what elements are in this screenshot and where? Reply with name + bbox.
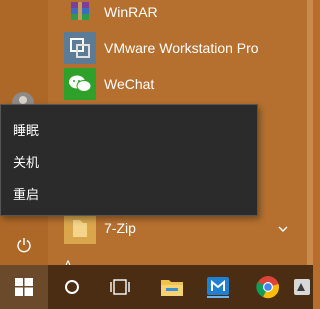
chrome-button[interactable]	[244, 265, 292, 309]
pinned-app-button[interactable]	[292, 265, 313, 309]
app-label-wechat: WeChat	[104, 76, 155, 92]
start-icon	[15, 278, 33, 296]
winrar-icon	[64, 0, 96, 28]
app-label-vmware: VMware Workstation Pro	[104, 40, 259, 56]
maxthon-icon	[207, 277, 229, 298]
app-label-winrar: WinRAR	[104, 4, 158, 20]
taskbar	[0, 265, 313, 309]
menu-item-restart[interactable]: 重启	[1, 177, 257, 209]
chrome-icon	[256, 276, 279, 299]
cortana-button[interactable]	[48, 265, 96, 309]
task-view-button[interactable]	[96, 265, 144, 309]
menu-item-shutdown[interactable]: 关机	[1, 145, 257, 177]
start-button[interactable]	[0, 265, 48, 309]
power-icon	[17, 238, 31, 253]
power-context-menu: 睡眠 关机 重启	[0, 104, 258, 216]
file-explorer-button[interactable]	[148, 265, 196, 309]
vmware-icon	[64, 32, 96, 64]
menu-item-sleep[interactable]: 睡眠	[1, 113, 257, 145]
chevron-down-icon[interactable]	[276, 222, 290, 236]
maxthon-button[interactable]	[194, 265, 242, 309]
app-icon	[294, 279, 310, 295]
cortana-icon	[65, 280, 79, 294]
task-view-icon	[110, 279, 130, 295]
folder-icon	[64, 212, 96, 244]
app-item-vmware[interactable]: VMware Workstation Pro	[48, 30, 308, 66]
power-button[interactable]	[8, 230, 40, 260]
file-explorer-icon	[161, 280, 183, 296]
wechat-icon	[64, 68, 96, 100]
app-label-7zip: 7-Zip	[104, 220, 136, 236]
app-item-wechat[interactable]: WeChat	[48, 66, 308, 102]
app-item-winrar[interactable]: WinRAR	[48, 0, 308, 30]
